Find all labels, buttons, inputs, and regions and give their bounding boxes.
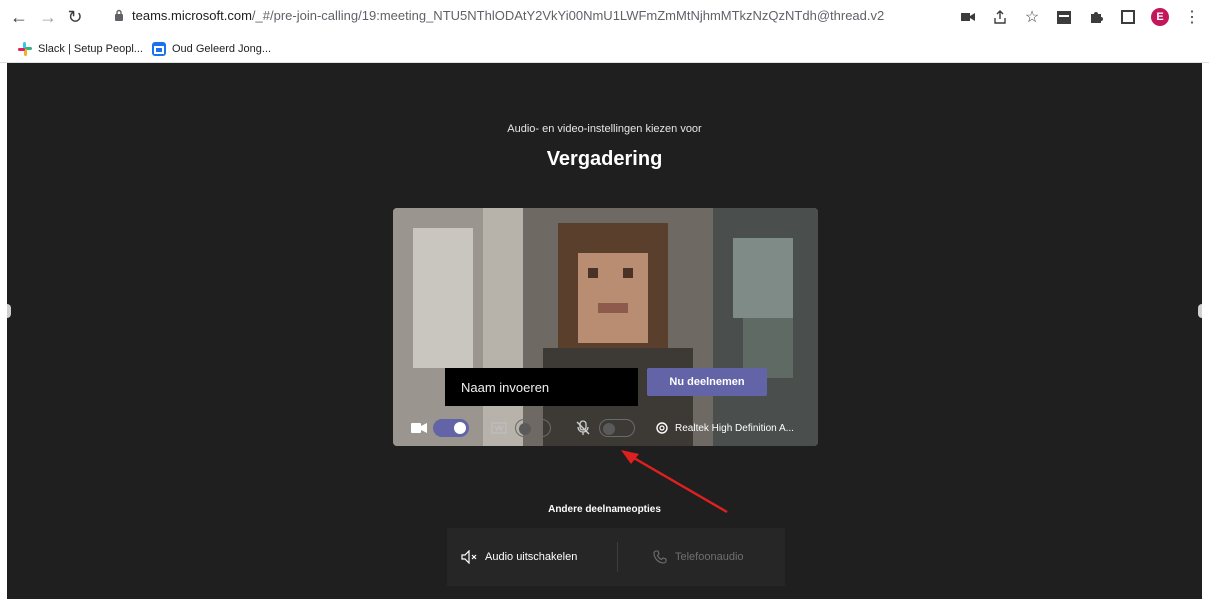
- bookmark-star-icon[interactable]: ☆: [1023, 8, 1041, 26]
- extension-calendar-icon[interactable]: [1055, 8, 1073, 26]
- phone-icon: [653, 550, 667, 564]
- phone-audio-option[interactable]: Telefoonaudio: [653, 548, 744, 566]
- url-host: teams.microsoft.com: [132, 8, 252, 23]
- profile-avatar[interactable]: E: [1151, 8, 1169, 26]
- bookmarks-bar: Slack | Setup Peopl... Oud Geleerd Jong.…: [0, 34, 1209, 63]
- extensions-puzzle-icon[interactable]: [1087, 8, 1105, 26]
- share-icon[interactable]: [991, 8, 1009, 26]
- device-settings[interactable]: Realtek High Definition A...: [655, 420, 794, 436]
- address-bar[interactable]: teams.microsoft.com/_#/pre-join-calling/…: [132, 8, 884, 23]
- speaker-off-icon: [461, 550, 477, 564]
- toolbar-actions: ☆ E ⋮: [959, 6, 1201, 28]
- join-now-button[interactable]: Nu deelnemen: [647, 368, 767, 396]
- name-input[interactable]: [445, 368, 638, 406]
- lock-icon[interactable]: [114, 9, 124, 21]
- teams-prejoin-page: Audio- en video-instellingen kiezen voor…: [7, 63, 1202, 599]
- bookmark-label: Oud Geleerd Jong...: [172, 43, 272, 55]
- back-arrow-icon[interactable]: ←: [8, 6, 30, 28]
- prejoin-subtitle: Audio- en video-instellingen kiezen voor: [507, 123, 702, 135]
- device-controls: Realtek High Definition A...: [393, 411, 818, 445]
- kebab-menu-icon[interactable]: ⋮: [1183, 8, 1201, 26]
- url-path: /_#/pre-join-calling/19:meeting_NTU5NThl…: [251, 8, 885, 23]
- audio-device-label: Realtek High Definition A...: [675, 422, 794, 434]
- bookmark-slack[interactable]: Slack | Setup Peopl...: [18, 40, 143, 58]
- right-edge-handle: [1198, 304, 1202, 318]
- camera-in-use-icon[interactable]: [959, 8, 977, 26]
- gear-icon: [656, 422, 668, 434]
- slack-icon: [18, 42, 32, 56]
- bookmark-oud-geleerd[interactable]: Oud Geleerd Jong...: [152, 40, 271, 58]
- camera-icon: [411, 423, 427, 433]
- microphone-off-icon: [576, 420, 590, 435]
- background-effects-control: [491, 419, 551, 437]
- audio-off-label: Audio uitschakelen: [485, 551, 578, 563]
- microphone-toggle[interactable]: [599, 419, 635, 437]
- reload-icon[interactable]: ↻: [64, 6, 86, 28]
- camera-control: [411, 419, 469, 437]
- left-edge-handle: [7, 304, 11, 318]
- meeting-title: Vergadering: [546, 148, 663, 170]
- side-panel-icon[interactable]: [1119, 8, 1137, 26]
- forward-arrow-icon[interactable]: →: [37, 6, 59, 28]
- other-join-options-title: Andere deelnameopties: [548, 504, 661, 515]
- microphone-control: [575, 419, 635, 437]
- audio-off-option[interactable]: Audio uitschakelen: [461, 548, 577, 566]
- options-divider: [617, 542, 618, 572]
- calendar-icon: [152, 42, 166, 56]
- other-join-options: Audio uitschakelen Telefoonaudio: [447, 528, 785, 586]
- bookmark-label: Slack | Setup Peopl...: [38, 43, 143, 55]
- background-effects-icon[interactable]: [491, 421, 507, 435]
- camera-toggle[interactable]: [433, 419, 469, 437]
- browser-toolbar: ← → ↻ teams.microsoft.com/_#/pre-join-ca…: [0, 0, 1209, 34]
- video-preview: Nu deelnemen: [393, 208, 818, 446]
- phone-audio-label: Telefoonaudio: [675, 551, 744, 563]
- background-effects-toggle[interactable]: [515, 419, 551, 437]
